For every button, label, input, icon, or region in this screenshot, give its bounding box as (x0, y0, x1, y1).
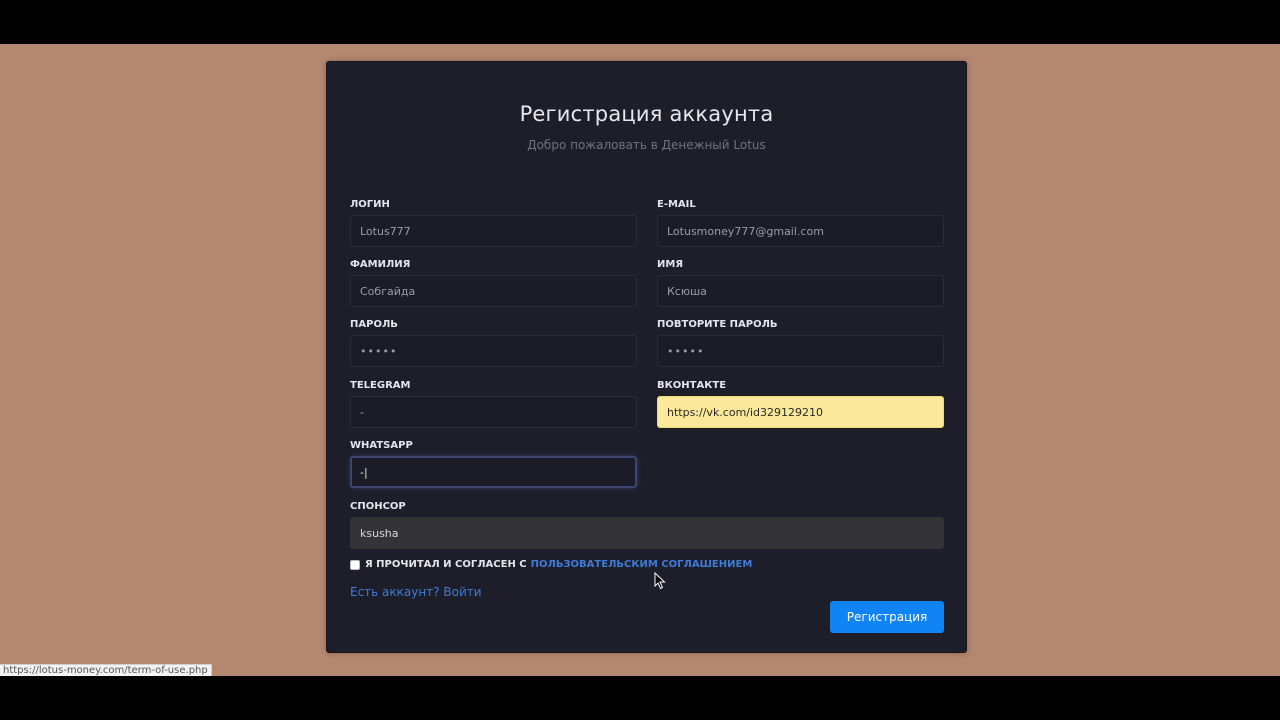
terms-link[interactable]: ПОЛЬЗОВАТЕЛЬСКИМ СОГЛАШЕНИЕМ (531, 559, 753, 570)
password-field-group: ПАРОЛЬ (350, 318, 637, 367)
whatsapp-input[interactable] (350, 456, 637, 488)
email-field-group: E-MAIL (657, 198, 944, 247)
password-repeat-input[interactable] (657, 335, 944, 367)
whatsapp-label: WHATSAPP (350, 440, 413, 451)
page-title: Регистрация аккаунта (519, 102, 774, 126)
letterbox-top (0, 0, 1280, 44)
whatsapp-field-group: WHATSAPP (350, 439, 637, 488)
agreement-text: Я ПРОЧИТАЛ И СОГЛАСЕН С (365, 559, 527, 570)
letterbox-bottom (0, 676, 1280, 720)
vkontakte-label: ВКОНТАКТЕ (657, 380, 727, 391)
login-field-group: ЛОГИН (350, 198, 637, 247)
sponsor-field-group: СПОНСОР (350, 500, 944, 549)
sponsor-input (350, 517, 944, 549)
lastname-label: ФАМИЛИЯ (350, 259, 411, 270)
telegram-field-group: TELEGRAM (350, 379, 637, 428)
telegram-input[interactable] (350, 396, 637, 428)
page-subtitle: Добро пожаловать в Денежный Lotus (527, 138, 766, 152)
firstname-input[interactable] (657, 275, 944, 307)
password-repeat-label: ПОВТОРИТЕ ПАРОЛЬ (657, 319, 778, 330)
lastname-input[interactable] (350, 275, 637, 307)
sponsor-label: СПОНСОР (350, 501, 406, 512)
firstname-field-group: ИМЯ (657, 258, 944, 307)
register-button[interactable]: Регистрация (830, 601, 944, 633)
mouse-cursor-icon (654, 572, 666, 590)
lastname-field-group: ФАМИЛИЯ (350, 258, 637, 307)
vkontakte-field-group: ВКОНТАКТЕ (657, 379, 944, 428)
email-input[interactable] (657, 215, 944, 247)
telegram-label: TELEGRAM (350, 380, 411, 391)
page-background: Регистрация аккаунта Добро пожаловать в … (0, 44, 1280, 678)
email-label: E-MAIL (657, 199, 696, 210)
agreement-row: Я ПРОЧИТАЛ И СОГЛАСЕН С ПОЛЬЗОВАТЕЛЬСКИМ… (350, 559, 752, 570)
password-repeat-field-group: ПОВТОРИТЕ ПАРОЛЬ (657, 318, 944, 367)
agreement-checkbox[interactable] (350, 559, 360, 570)
password-label: ПАРОЛЬ (350, 319, 398, 330)
login-input[interactable] (350, 215, 637, 247)
password-input[interactable] (350, 335, 637, 367)
registration-card: Регистрация аккаунта Добро пожаловать в … (326, 61, 967, 653)
login-link[interactable]: Есть аккаунт? Войти (350, 585, 482, 599)
vkontakte-input[interactable] (657, 396, 944, 428)
firstname-label: ИМЯ (657, 259, 684, 270)
login-label: ЛОГИН (350, 199, 390, 210)
